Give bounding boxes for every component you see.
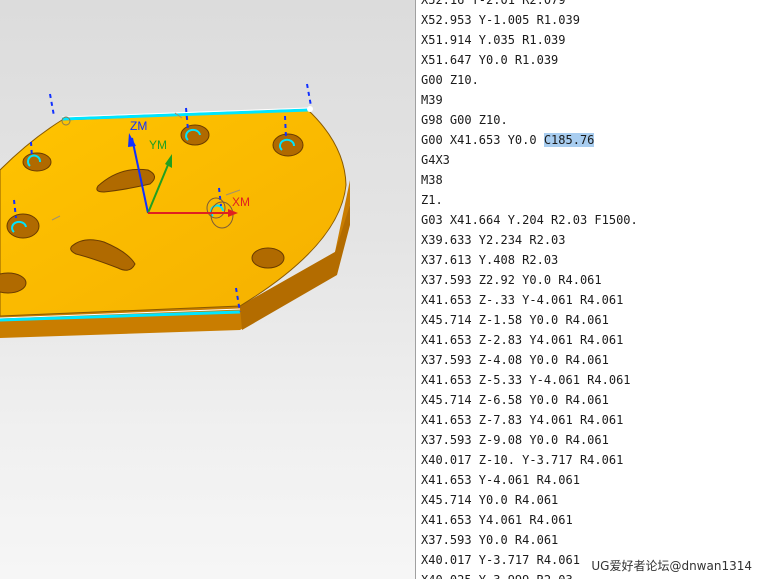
code-line-text: M38: [421, 173, 443, 187]
code-line[interactable]: X40.017 Z-10. Y-3.717 R4.061: [421, 450, 638, 470]
code-line-text: X40.017 Z-10. Y-3.717 R4.061: [421, 453, 624, 467]
code-line-text: G00 Z10.: [421, 73, 479, 87]
code-line-text: X45.714 Z-6.58 Y0.0 R4.061: [421, 393, 609, 407]
code-line[interactable]: X45.714 Z-1.58 Y0.0 R4.061: [421, 310, 638, 330]
axis-label-xm: XM: [232, 195, 250, 209]
code-line[interactable]: Z1.: [421, 190, 638, 210]
code-line-text: G98 G00 Z10.: [421, 113, 508, 127]
code-line-text: X52.16 Y-2.01 R2.079: [421, 0, 566, 7]
code-line-text: X37.593 Z2.92 Y0.0 R4.061: [421, 273, 602, 287]
code-line[interactable]: X51.914 Y.035 R1.039: [421, 30, 638, 50]
code-line[interactable]: G03 X41.664 Y.204 R2.03 F1500.: [421, 210, 638, 230]
code-line[interactable]: X51.647 Y0.0 R1.039: [421, 50, 638, 70]
code-line[interactable]: X41.653 Z-7.83 Y4.061 R4.061: [421, 410, 638, 430]
code-line[interactable]: X37.593 Z2.92 Y0.0 R4.061: [421, 270, 638, 290]
code-line[interactable]: X41.653 Y4.061 R4.061: [421, 510, 638, 530]
code-line[interactable]: X41.653 Z-2.83 Y4.061 R4.061: [421, 330, 638, 350]
code-line-text: X39.633 Y2.234 R2.03: [421, 233, 566, 247]
code-line[interactable]: M38: [421, 170, 638, 190]
code-line-text: X41.653 Z-5.33 Y-4.061 R4.061: [421, 373, 631, 387]
code-line-text: X37.593 Z-9.08 Y0.0 R4.061: [421, 433, 609, 447]
code-line-text: X41.653 Z-2.83 Y4.061 R4.061: [421, 333, 624, 347]
nc-program-panel[interactable]: X52.16 Y-2.01 R2.079 X52.953 Y-1.005 R1.0…: [416, 0, 758, 579]
code-line[interactable]: X37.593 Z-4.08 Y0.0 R4.061: [421, 350, 638, 370]
code-line-text: G03 X41.664 Y.204 R2.03 F1500.: [421, 213, 638, 227]
code-line-text: X37.593 Y0.0 R4.061: [421, 533, 559, 547]
code-line[interactable]: X52.16 Y-2.01 R2.079: [421, 0, 638, 10]
code-line[interactable]: X41.653 Z-.33 Y-4.061 R4.061: [421, 290, 638, 310]
code-line[interactable]: X41.653 Z-5.33 Y-4.061 R4.061: [421, 370, 638, 390]
code-line[interactable]: G00 Z10.: [421, 70, 638, 90]
code-line-text: G4X3: [421, 153, 450, 167]
code-line-text: X52.953 Y-1.005 R1.039: [421, 13, 580, 27]
code-line[interactable]: M39: [421, 90, 638, 110]
code-line-text: X41.653 Y4.061 R4.061: [421, 513, 573, 527]
axis-label-zm: ZM: [130, 119, 147, 133]
code-line-text: X40.017 Y-3.717 R4.061: [421, 553, 580, 567]
code-line[interactable]: X39.633 Y2.234 R2.03: [421, 230, 638, 250]
code-line-text: X40.025 Y-3.999 R2.03: [421, 573, 573, 579]
part-model-view: ZM YM XM: [0, 83, 350, 338]
code-line-text: X41.653 Z-.33 Y-4.061 R4.061: [421, 293, 624, 307]
code-line[interactable]: X37.593 Y0.0 R4.061: [421, 530, 638, 550]
code-line-text: X41.653 Z-7.83 Y4.061 R4.061: [421, 413, 624, 427]
selected-text[interactable]: C185.76: [543, 133, 595, 147]
code-line[interactable]: X37.613 Y.408 R2.03: [421, 250, 638, 270]
code-line[interactable]: X37.593 Z-9.08 Y0.0 R4.061: [421, 430, 638, 450]
code-line-text: X45.714 Z-1.58 Y0.0 R4.061: [421, 313, 609, 327]
code-line-text: X45.714 Y0.0 R4.061: [421, 493, 559, 507]
code-line[interactable]: X45.714 Z-6.58 Y0.0 R4.061: [421, 390, 638, 410]
code-line-text: G00 X41.653 Y0.0: [421, 133, 544, 147]
code-line-text: M39: [421, 93, 443, 107]
code-line-text: X51.914 Y.035 R1.039: [421, 33, 566, 47]
code-line-text: X41.653 Y-4.061 R4.061: [421, 473, 580, 487]
code-line-text: X37.593 Z-4.08 Y0.0 R4.061: [421, 353, 609, 367]
code-line[interactable]: G98 G00 Z10.: [421, 110, 638, 130]
forum-watermark: UG爱好者论坛@dnwan1314: [589, 557, 754, 574]
code-line-text: X51.647 Y0.0 R1.039: [421, 53, 559, 67]
code-line[interactable]: G4X3: [421, 150, 638, 170]
code-line[interactable]: X41.653 Y-4.061 R4.061: [421, 470, 638, 490]
code-line[interactable]: G00 X41.653 Y0.0 C185.76: [421, 130, 638, 150]
code-line-text: X37.613 Y.408 R2.03: [421, 253, 559, 267]
axis-label-ym: YM: [149, 138, 167, 152]
code-line[interactable]: X52.953 Y-1.005 R1.039: [421, 10, 638, 30]
code-line-text: Z1.: [421, 193, 443, 207]
code-line[interactable]: X45.714 Y0.0 R4.061: [421, 490, 638, 510]
graphics-viewport[interactable]: ZM YM XM: [0, 0, 415, 579]
nc-code-list: X52.16 Y-2.01 R2.079 X52.953 Y-1.005 R1.0…: [421, 0, 638, 579]
